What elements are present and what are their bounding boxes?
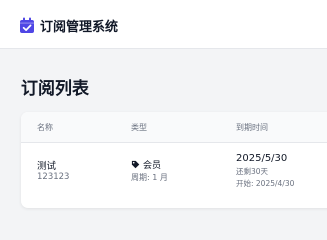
days-remaining: 还剩30天 <box>236 167 269 176</box>
subscription-table: 名称 类型 到期时间 测试 123123 会员 周期: 1 月 2025/5/3… <box>21 112 327 208</box>
column-header-expiry: 到期时间 <box>236 123 268 132</box>
app-header: 订阅管理系统 <box>0 0 327 49</box>
subscription-account: 123123 <box>37 172 70 182</box>
subscription-type-label: 会员 <box>143 161 162 171</box>
app-title: 订阅管理系统 <box>40 20 119 35</box>
calendar-check-icon <box>20 17 34 33</box>
column-header-type: 类型 <box>131 123 147 132</box>
page-title: 订阅列表 <box>21 79 89 99</box>
table-header: 名称 类型 到期时间 <box>21 112 327 143</box>
tag-icon <box>131 160 140 169</box>
subscription-period: 周期: 1 月 <box>131 173 168 182</box>
start-date: 开始: 2025/4/30 <box>236 179 295 188</box>
subscription-name: 测试 <box>37 161 57 172</box>
column-header-name: 名称 <box>37 123 53 132</box>
subscription-type: 会员 <box>131 158 161 171</box>
expiry-date: 2025/5/30 <box>236 153 288 164</box>
